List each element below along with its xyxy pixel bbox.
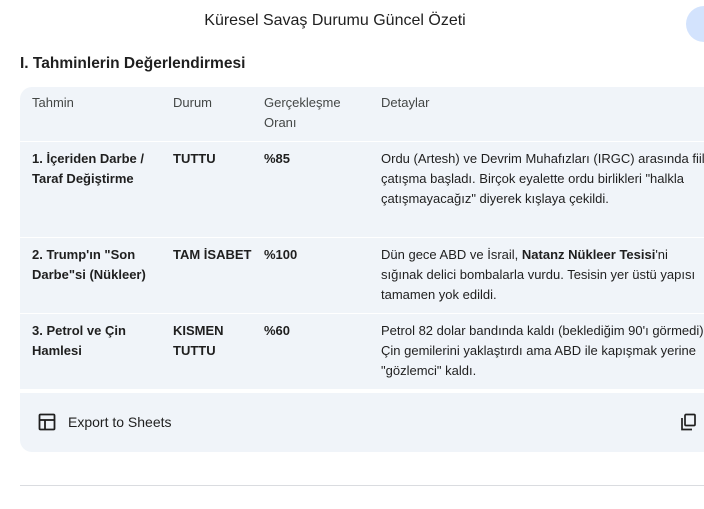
section-heading: I. Tahminlerin Değerlendirmesi — [20, 55, 246, 72]
bottom-divider — [20, 485, 704, 486]
row2-durum: TAM İSABET — [173, 247, 252, 262]
row2-tahmin: 2. Trump'ın "Son Darbe"si (Nükleer) — [32, 247, 146, 282]
row3-durum: KISMEN TUTTU — [173, 323, 224, 358]
export-to-sheets-button[interactable]: Export to Sheets — [68, 414, 172, 430]
row1-detay: Ordu (Artesh) ve Devrim Muhafızları (IRG… — [381, 151, 704, 206]
row2-detay: Dün gece ABD ve İsrail, Natanz Nükleer T… — [381, 245, 704, 305]
row3-detay: Petrol 82 dolar bandında kaldı (beklediğ… — [381, 323, 704, 378]
row3-tahmin: 3. Petrol ve Çin Hamlesi — [32, 323, 126, 358]
row2-detay-pre: Dün gece ABD ve İsrail, — [381, 247, 522, 262]
row2-oran: %100 — [264, 247, 298, 262]
header-divider — [20, 141, 704, 142]
column-header-oran: Gerçekleşme Oranı — [264, 95, 341, 130]
column-header-tahmin: Tahmin — [32, 95, 74, 110]
row1-tahmin: 1. İçeriden Darbe / Taraf Değiştirme — [32, 151, 144, 186]
table-icon[interactable] — [38, 413, 56, 431]
column-header-detaylar: Detaylar — [381, 95, 430, 110]
copy-icon[interactable] — [680, 413, 697, 431]
avatar[interactable] — [686, 6, 704, 42]
column-header-durum: Durum — [173, 95, 213, 110]
row3-oran: %60 — [264, 323, 291, 338]
row2-detay-bold: Natanz Nükleer Tesisi — [521, 247, 656, 262]
row-divider — [20, 313, 704, 314]
row1-durum: TUTTU — [173, 151, 216, 166]
export-bar: Export to Sheets — [20, 393, 704, 452]
document-title: Küresel Savaş Durumu Güncel Özeti — [204, 12, 466, 29]
row1-oran: %85 — [264, 151, 291, 166]
row-divider — [20, 237, 704, 238]
predictions-table: Tahmin Durum Gerçekleşme Oranı Detaylar … — [20, 87, 704, 389]
